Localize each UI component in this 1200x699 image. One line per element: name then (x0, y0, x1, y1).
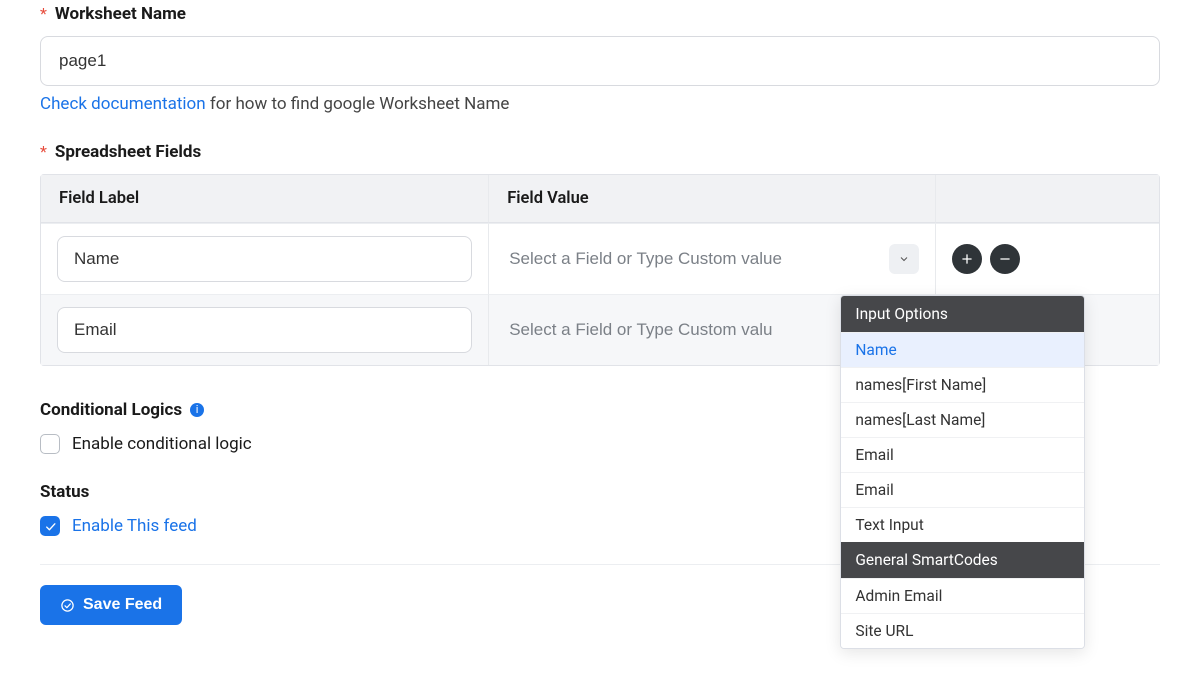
field-label-input[interactable] (57, 307, 472, 353)
col-header-label: Field Label (41, 175, 488, 223)
dropdown-item[interactable]: Name (841, 332, 1084, 367)
add-row-button[interactable] (952, 244, 982, 274)
conditional-logics-label: Conditional Logics (40, 400, 182, 420)
dropdown-item[interactable]: Email (841, 437, 1084, 472)
dropdown-group-header: Input Options (841, 296, 1084, 332)
save-feed-button[interactable]: Save Feed (40, 585, 182, 625)
enable-feed-label: Enable This feed (72, 516, 197, 536)
enable-feed-checkbox[interactable] (40, 516, 60, 536)
table-row (41, 223, 1159, 294)
field-value-dropdown[interactable]: Input OptionsNamenames[First Name]names[… (840, 295, 1085, 649)
dropdown-item[interactable]: Admin Email (841, 578, 1084, 613)
check-circle-icon (60, 598, 75, 613)
spreadsheet-fields-label: Spreadsheet Fields (55, 142, 201, 162)
dropdown-item[interactable]: Email (841, 472, 1084, 507)
dropdown-item[interactable]: Text Input (841, 507, 1084, 542)
spreadsheet-fields-table: Field Label Field Value (40, 174, 1160, 366)
remove-row-button[interactable] (990, 244, 1020, 274)
enable-conditional-label: Enable conditional logic (72, 434, 252, 454)
required-marker: * (40, 142, 47, 161)
table-row: Input OptionsNamenames[First Name]names[… (41, 294, 1159, 365)
status-label: Status (40, 482, 89, 502)
required-marker: * (40, 4, 47, 23)
chevron-down-icon[interactable] (889, 244, 919, 274)
dropdown-item[interactable]: Site URL (841, 613, 1084, 648)
field-value-input[interactable] (505, 237, 883, 281)
dropdown-item[interactable]: names[First Name] (841, 367, 1084, 402)
worksheet-name-label: Worksheet Name (55, 4, 186, 24)
check-documentation-link[interactable]: Check documentation (40, 94, 206, 114)
worksheet-helper: Check documentation for how to find goog… (40, 94, 1160, 114)
col-header-value: Field Value (488, 175, 935, 223)
dropdown-item[interactable]: names[Last Name] (841, 402, 1084, 437)
dropdown-group-header: General SmartCodes (841, 542, 1084, 578)
enable-conditional-checkbox[interactable] (40, 434, 60, 454)
info-icon[interactable]: i (190, 403, 204, 417)
worksheet-name-input[interactable] (40, 36, 1160, 86)
field-label-input[interactable] (57, 236, 472, 282)
